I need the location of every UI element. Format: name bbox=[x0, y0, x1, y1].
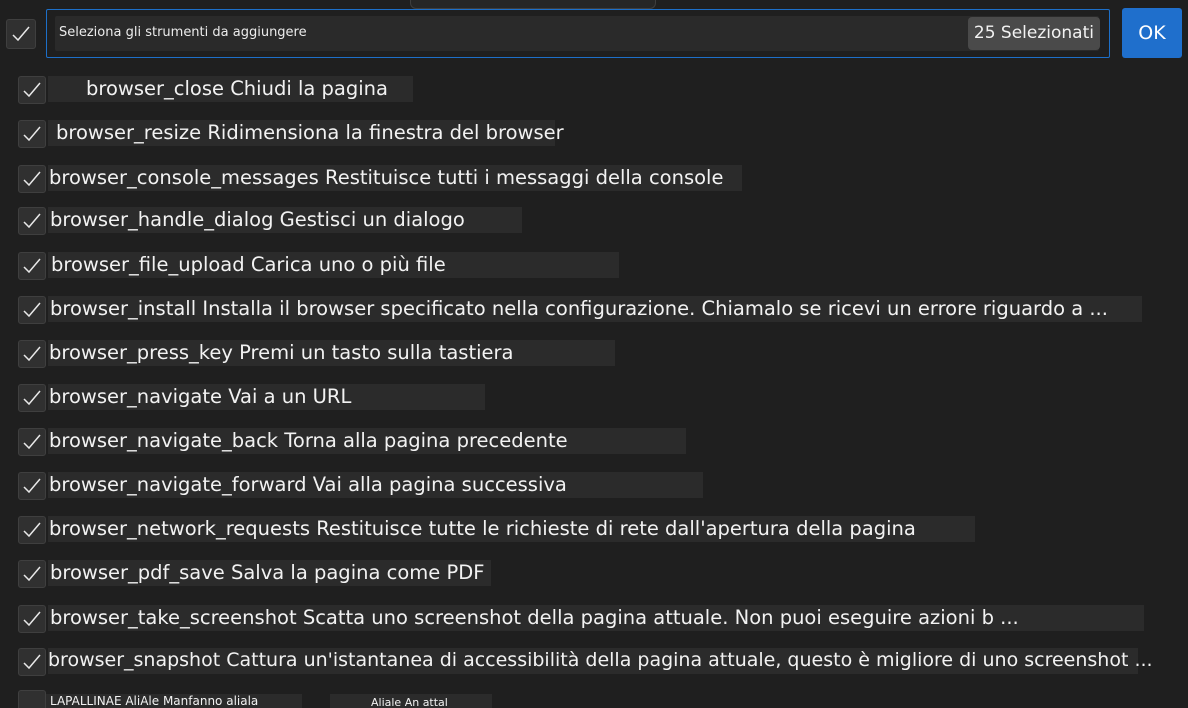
selected-count-badge: 25 Selezionati bbox=[967, 17, 1100, 50]
tool-label: browser_snapshot Cattura un'istantanea d… bbox=[48, 649, 1153, 671]
search-field[interactable]: Seleziona gli strumenti da aggiungere 25… bbox=[46, 9, 1110, 58]
tool-item[interactable]: browser_navigate_forward Vai alla pagina… bbox=[0, 470, 1188, 500]
tool-checkbox[interactable] bbox=[18, 428, 46, 456]
checkmark-icon bbox=[12, 26, 30, 42]
checkmark-icon bbox=[23, 478, 41, 494]
partial-tool-label: Aliale An attal bbox=[371, 696, 448, 708]
tool-item[interactable]: browser_take_screenshot Scatta uno scree… bbox=[0, 603, 1188, 633]
tool-item[interactable]: browser_handle_dialog Gestisci un dialog… bbox=[0, 205, 1188, 235]
checkmark-icon bbox=[23, 258, 41, 274]
tool-item[interactable]: browser_pdf_save Salva la pagina come PD… bbox=[0, 558, 1188, 588]
checkmark-icon bbox=[23, 566, 41, 582]
checkmark-icon bbox=[23, 302, 41, 318]
tool-label: browser_resize Ridimensiona la finestra … bbox=[56, 121, 564, 144]
tool-label: browser_pdf_save Salva la pagina come PD… bbox=[50, 561, 485, 584]
select-all-checkbox[interactable] bbox=[6, 19, 36, 49]
tool-checkbox[interactable] bbox=[18, 605, 46, 633]
tool-item[interactable]: browser_press_key Premi un tasto sulla t… bbox=[0, 338, 1188, 368]
tool-item[interactable]: browser_console_messages Restituisce tut… bbox=[0, 163, 1188, 193]
checkmark-icon bbox=[23, 213, 41, 229]
tool-label: browser_file_upload Carica uno o più fil… bbox=[51, 253, 446, 276]
tool-item[interactable]: browser_network_requests Restituisce tut… bbox=[0, 514, 1188, 544]
partial-tool-label: LAPALLINAE AliAle Manfanno aliala bbox=[50, 694, 259, 708]
checkmark-icon bbox=[23, 654, 41, 670]
search-placeholder: Seleziona gli strumenti da aggiungere bbox=[59, 25, 307, 40]
search-input[interactable]: Seleziona gli strumenti da aggiungere bbox=[55, 16, 1099, 51]
tool-checkbox[interactable] bbox=[18, 76, 46, 104]
tool-item[interactable]: browser_close Chiudi la pagina bbox=[0, 74, 1188, 104]
tool-item[interactable]: browser_snapshot Cattura un'istantanea d… bbox=[0, 646, 1188, 676]
checkmark-icon bbox=[23, 82, 41, 98]
tool-checkbox[interactable] bbox=[18, 384, 46, 412]
tool-label: browser_network_requests Restituisce tut… bbox=[49, 517, 916, 540]
tool-label: browser_press_key Premi un tasto sulla t… bbox=[49, 341, 514, 364]
title-tab bbox=[410, 0, 656, 9]
tool-checkbox[interactable] bbox=[18, 165, 46, 193]
tool-checkbox[interactable] bbox=[18, 340, 46, 368]
checkmark-icon bbox=[23, 611, 41, 627]
tool-checkbox[interactable] bbox=[18, 207, 46, 235]
tool-checkbox[interactable] bbox=[18, 296, 46, 324]
checkmark-icon bbox=[23, 522, 41, 538]
tool-checkbox[interactable] bbox=[18, 690, 46, 708]
tool-label: browser_navigate_back Torna alla pagina … bbox=[49, 429, 568, 452]
tool-label: browser_navigate_forward Vai alla pagina… bbox=[49, 473, 567, 496]
tool-picker: Seleziona gli strumenti da aggiungere 25… bbox=[0, 0, 1188, 708]
tool-label: browser_console_messages Restituisce tut… bbox=[49, 166, 724, 189]
tool-item[interactable]: browser_install Installa il browser spec… bbox=[0, 294, 1188, 324]
tool-checkbox[interactable] bbox=[18, 560, 46, 588]
checkmark-icon bbox=[23, 390, 41, 406]
checkmark-icon bbox=[23, 434, 41, 450]
tool-item[interactable]: browser_navigate Vai a un URL bbox=[0, 382, 1188, 412]
checkmark-icon bbox=[23, 346, 41, 362]
tool-checkbox[interactable] bbox=[18, 252, 46, 280]
tool-item[interactable]: browser_file_upload Carica uno o più fil… bbox=[0, 250, 1188, 280]
checkmark-icon bbox=[23, 126, 41, 142]
ok-button[interactable]: OK bbox=[1122, 8, 1182, 58]
tool-checkbox[interactable] bbox=[18, 120, 46, 148]
tool-label: browser_take_screenshot Scatta uno scree… bbox=[50, 606, 1019, 629]
tool-item[interactable]: browser_navigate_back Torna alla pagina … bbox=[0, 426, 1188, 456]
tool-checkbox[interactable] bbox=[18, 648, 46, 676]
tool-label: browser_handle_dialog Gestisci un dialog… bbox=[50, 208, 465, 231]
tool-label: browser_navigate Vai a un URL bbox=[49, 385, 352, 408]
checkmark-icon bbox=[23, 171, 41, 187]
tool-label: browser_close Chiudi la pagina bbox=[86, 77, 388, 100]
tool-checkbox[interactable] bbox=[18, 472, 46, 500]
tool-item[interactable]: browser_resize Ridimensiona la finestra … bbox=[0, 118, 1188, 148]
tool-label: browser_install Installa il browser spec… bbox=[50, 297, 1108, 320]
tool-checkbox[interactable] bbox=[18, 516, 46, 544]
